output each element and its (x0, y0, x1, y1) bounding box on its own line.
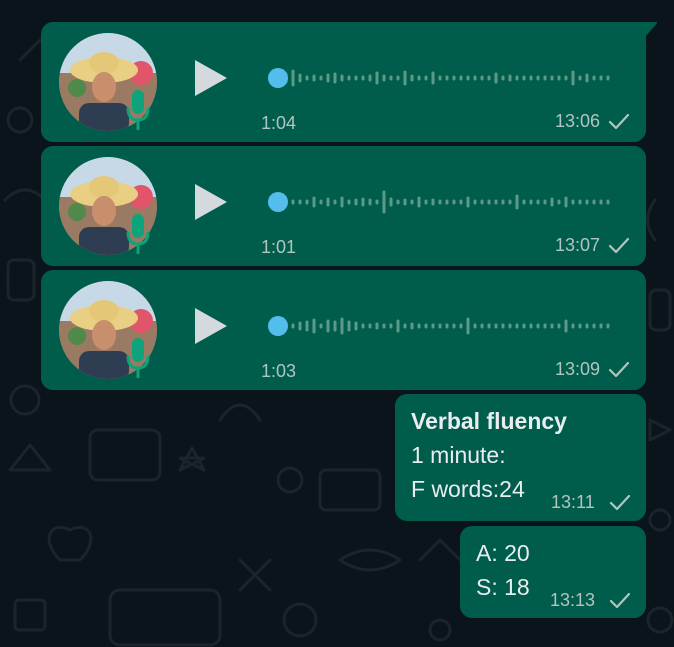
voice-duration: 1:04 (261, 113, 297, 133)
voice-message-bubble: 1:01 13:07 (41, 146, 646, 266)
text-message-bubble: Verbal fluency 1 minute: F words:24 13:1… (395, 394, 646, 521)
playback-position-dot[interactable] (268, 192, 288, 212)
audio-waveform[interactable] (266, 310, 611, 342)
voice-duration: 1:01 (261, 237, 297, 257)
message-line: 1 minute: (411, 442, 506, 468)
microphone-icon (126, 90, 150, 130)
message-time: 13:09 (554, 359, 600, 379)
message-line: A: 20 (476, 540, 530, 566)
play-icon[interactable] (189, 180, 233, 224)
microphone-icon (126, 338, 150, 378)
message-time: 13:11 (551, 492, 595, 512)
message-time: 13:07 (554, 235, 600, 255)
play-icon[interactable] (189, 56, 233, 100)
voice-message-bubble: 1:04 13:06 (41, 22, 658, 142)
playback-position-dot[interactable] (268, 316, 288, 336)
sent-check-icon (608, 361, 630, 378)
audio-waveform[interactable] (266, 186, 611, 218)
sent-check-icon (609, 592, 631, 609)
voice-message-bubble: 1:03 13:09 (41, 270, 646, 390)
message-line: F words:24 (411, 476, 525, 502)
voice-duration: 1:03 (261, 361, 297, 381)
message-heading: Verbal fluency (411, 408, 567, 434)
playback-position-dot[interactable] (268, 68, 288, 88)
message-time: 13:13 (550, 590, 596, 610)
sent-check-icon (609, 494, 631, 511)
bubble-tail (644, 22, 658, 38)
microphone-icon (126, 214, 150, 254)
play-icon[interactable] (189, 304, 233, 348)
text-message-bubble: A: 20 S: 18 13:13 (460, 526, 646, 618)
sent-check-icon (608, 237, 630, 254)
audio-waveform[interactable] (266, 62, 611, 94)
message-time: 13:06 (554, 111, 600, 131)
sent-check-icon (608, 113, 630, 130)
